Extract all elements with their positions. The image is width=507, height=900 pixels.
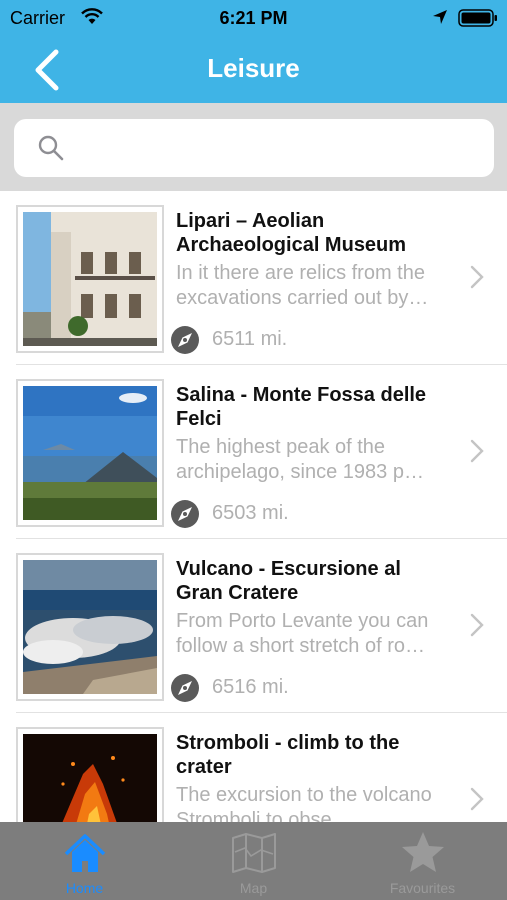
status-time: 6:21 PM — [219, 8, 288, 28]
status-bar: Carrier 6:21 PM — [0, 0, 507, 36]
compass-icon — [171, 326, 199, 354]
item-description: From Porto Levante you can follow a shor… — [176, 610, 429, 657]
item-title: Salina - Monte Fossa delle Felci — [176, 384, 427, 430]
item-distance: 6503 mi. — [212, 502, 289, 524]
thumbnail-frame — [16, 553, 164, 701]
thumbnail-frame — [16, 727, 164, 822]
item-description: The excursion to the volcano Stromboli t… — [176, 784, 432, 822]
list-item[interactable]: Stromboli - climb to the crater The excu… — [0, 713, 507, 822]
search-input[interactable] — [74, 129, 484, 167]
home-icon — [64, 834, 106, 872]
item-description: In it there are relics from the excavati… — [176, 262, 429, 309]
list-item[interactable]: Salina - Monte Fossa delle Felci The hig… — [0, 365, 507, 539]
attractions-list: Lipari – Aeolian Archaeological Museum I… — [0, 191, 507, 822]
mountain-photo — [23, 386, 157, 520]
list-item[interactable]: Lipari – Aeolian Archaeological Museum I… — [0, 191, 507, 365]
compass-icon — [171, 500, 199, 528]
page-title: Leisure — [207, 53, 300, 83]
map-icon — [232, 833, 276, 873]
item-title: Lipari – Aeolian Archaeological Museum — [176, 210, 407, 256]
battery-icon — [458, 9, 497, 27]
chevron-right-icon — [470, 439, 484, 463]
tab-bar: Home Map Favourites — [0, 822, 507, 900]
tab-home[interactable]: Home — [0, 822, 169, 900]
eruption-photo — [23, 734, 157, 822]
star-icon — [402, 832, 444, 872]
tab-label: Home — [65, 880, 104, 896]
item-description: The highest peak of the archipelago, sin… — [176, 436, 424, 483]
tab-label: Map — [239, 880, 268, 896]
chevron-right-icon — [470, 613, 484, 637]
tab-label: Favourites — [389, 880, 456, 896]
navigation-header: Carrier 6:21 PM Leisure — [0, 0, 507, 103]
compass-icon — [171, 674, 199, 702]
item-title: Vulcano - Escursione al Gran Cratere — [176, 558, 401, 604]
tab-favourites[interactable]: Favourites — [338, 822, 507, 900]
search-box[interactable] — [14, 119, 494, 177]
item-distance: 6511 mi. — [212, 328, 288, 350]
museum-photo — [23, 212, 157, 346]
chevron-right-icon — [470, 787, 484, 811]
chevron-right-icon — [470, 265, 484, 289]
thumbnail-frame — [16, 205, 164, 353]
item-distance: 6516 mi. — [212, 676, 289, 698]
search-bar-container — [0, 103, 507, 191]
search-icon — [38, 135, 64, 161]
thumbnail-frame — [16, 379, 164, 527]
list-item[interactable]: Vulcano - Escursione al Gran Cratere Fro… — [0, 539, 507, 713]
crater-photo — [23, 560, 157, 694]
tab-map[interactable]: Map — [169, 822, 338, 900]
item-title: Stromboli - climb to the crater — [176, 732, 400, 778]
location-arrow-icon — [433, 10, 447, 24]
